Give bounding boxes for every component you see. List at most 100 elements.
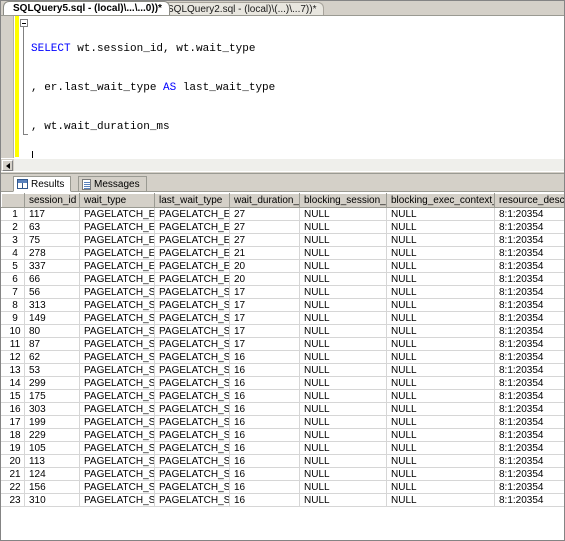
cell-blocking_exec_context_id[interactable]: NULL [386, 467, 495, 481]
cell-session_id[interactable]: 278 [24, 246, 80, 260]
row-header-cell[interactable]: 16 [1, 402, 25, 416]
row-header-cell[interactable]: 11 [1, 337, 25, 351]
cell-session_id[interactable]: 113 [24, 454, 80, 468]
cell-session_id[interactable]: 63 [24, 220, 80, 234]
cell-blocking_session_id[interactable]: NULL [299, 233, 387, 247]
cell-resource_description[interactable]: 8:1:20354 [494, 207, 564, 221]
row-header-cell[interactable]: 19 [1, 441, 25, 455]
cell-blocking_exec_context_id[interactable]: NULL [386, 376, 495, 390]
document-tab-sqlquery5[interactable]: SQLQuery5.sql - (local)\...\...0))* [3, 1, 170, 15]
cell-blocking_session_id[interactable]: NULL [299, 467, 387, 481]
cell-blocking_session_id[interactable]: NULL [299, 246, 387, 260]
row-header-cell[interactable]: 6 [1, 272, 25, 286]
row-header-cell[interactable]: 3 [1, 233, 25, 247]
cell-blocking_exec_context_id[interactable]: NULL [386, 428, 495, 442]
table-row[interactable]: 8313PAGELATCH_SHPAGELATCH_SH17NULLNULL8:… [1, 298, 564, 312]
cell-wait_duration_ms[interactable]: 27 [229, 233, 300, 247]
cell-resource_description[interactable]: 8:1:20354 [494, 480, 564, 494]
cell-session_id[interactable]: 156 [24, 480, 80, 494]
cell-blocking_session_id[interactable]: NULL [299, 207, 387, 221]
cell-blocking_exec_context_id[interactable]: NULL [386, 480, 495, 494]
cell-wait_type[interactable]: PAGELATCH_EX [79, 272, 155, 286]
cell-wait_type[interactable]: PAGELATCH_SH [79, 480, 155, 494]
cell-last_wait_type[interactable]: PAGELATCH_SH [154, 363, 230, 377]
cell-blocking_session_id[interactable]: NULL [299, 428, 387, 442]
cell-blocking_exec_context_id[interactable]: NULL [386, 246, 495, 260]
cell-wait_duration_ms[interactable]: 16 [229, 363, 300, 377]
cell-wait_duration_ms[interactable]: 17 [229, 337, 300, 351]
cell-wait_duration_ms[interactable]: 16 [229, 389, 300, 403]
row-header-cell[interactable]: 2 [1, 220, 25, 234]
cell-blocking_exec_context_id[interactable]: NULL [386, 454, 495, 468]
cell-last_wait_type[interactable]: PAGELATCH_SH [154, 324, 230, 338]
cell-session_id[interactable]: 117 [24, 207, 80, 221]
column-header-blocking_exec_context_id[interactable]: blocking_exec_context_id [386, 193, 495, 208]
cell-wait_type[interactable]: PAGELATCH_EX [79, 233, 155, 247]
cell-blocking_exec_context_id[interactable]: NULL [386, 493, 495, 507]
table-row[interactable]: 19105PAGELATCH_SHPAGELATCH_SH16NULLNULL8… [1, 441, 564, 455]
cell-blocking_exec_context_id[interactable]: NULL [386, 233, 495, 247]
cell-resource_description[interactable]: 8:1:20354 [494, 259, 564, 273]
cell-wait_type[interactable]: PAGELATCH_SH [79, 285, 155, 299]
cell-resource_description[interactable]: 8:1:20354 [494, 363, 564, 377]
table-row[interactable]: 17199PAGELATCH_SHPAGELATCH_SH16NULLNULL8… [1, 415, 564, 429]
scroll-left-arrow-icon[interactable] [2, 160, 13, 171]
sql-editor-pane[interactable]: SELECT wt.session_id, wt.wait_type , er.… [1, 16, 564, 171]
cell-last_wait_type[interactable]: PAGELATCH_SH [154, 454, 230, 468]
table-row[interactable]: 23310PAGELATCH_SHPAGELATCH_SH16NULLNULL8… [1, 493, 564, 507]
cell-wait_duration_ms[interactable]: 17 [229, 285, 300, 299]
cell-last_wait_type[interactable]: PAGELATCH_SH [154, 389, 230, 403]
cell-blocking_session_id[interactable]: NULL [299, 337, 387, 351]
cell-resource_description[interactable]: 8:1:20354 [494, 220, 564, 234]
cell-wait_type[interactable]: PAGELATCH_SH [79, 428, 155, 442]
cell-blocking_session_id[interactable]: NULL [299, 454, 387, 468]
table-row[interactable]: 14299PAGELATCH_SHPAGELATCH_SH16NULLNULL8… [1, 376, 564, 390]
column-header-blocking_session_id[interactable]: blocking_session_id [299, 193, 387, 208]
scrollbar-track[interactable] [14, 159, 564, 171]
table-row[interactable]: 9149PAGELATCH_SHPAGELATCH_SH17NULLNULL8:… [1, 311, 564, 325]
cell-blocking_session_id[interactable]: NULL [299, 220, 387, 234]
row-header-cell[interactable]: 12 [1, 350, 25, 364]
cell-session_id[interactable]: 80 [24, 324, 80, 338]
cell-wait_duration_ms[interactable]: 16 [229, 493, 300, 507]
cell-last_wait_type[interactable]: PAGELATCH_SH [154, 350, 230, 364]
grid-select-all-corner[interactable] [1, 193, 25, 208]
cell-blocking_exec_context_id[interactable]: NULL [386, 337, 495, 351]
cell-wait_type[interactable]: PAGELATCH_SH [79, 298, 155, 312]
cell-wait_duration_ms[interactable]: 21 [229, 246, 300, 260]
table-row[interactable]: 4 278 PAGELATCH_EX PAGELATCH_EX 21 NULL NULL 8:… [1, 246, 564, 260]
table-row[interactable]: 1080PAGELATCH_SHPAGELATCH_SH17NULLNULL8:… [1, 324, 564, 338]
cell-wait_type[interactable]: PAGELATCH_SH [79, 337, 155, 351]
row-header-cell[interactable]: 1 [1, 207, 25, 221]
table-row[interactable]: 20113PAGELATCH_SHPAGELATCH_SH16NULLNULL8… [1, 454, 564, 468]
cell-blocking_exec_context_id[interactable]: NULL [386, 207, 495, 221]
cell-blocking_exec_context_id[interactable]: NULL [386, 324, 495, 338]
cell-last_wait_type[interactable]: PAGELATCH_SH [154, 285, 230, 299]
cell-session_id[interactable]: 175 [24, 389, 80, 403]
row-header-cell[interactable]: 17 [1, 415, 25, 429]
cell-wait_duration_ms[interactable]: 16 [229, 402, 300, 416]
cell-wait_type[interactable]: PAGELATCH_SH [79, 389, 155, 403]
cell-blocking_exec_context_id[interactable]: NULL [386, 259, 495, 273]
table-row[interactable]: 22156PAGELATCH_SHPAGELATCH_SH16NULLNULL8… [1, 480, 564, 494]
cell-last_wait_type[interactable]: PAGELATCH_SH [154, 441, 230, 455]
cell-blocking_exec_context_id[interactable]: NULL [386, 272, 495, 286]
cell-wait_type[interactable]: PAGELATCH_EX [79, 207, 155, 221]
cell-wait_duration_ms[interactable]: 16 [229, 454, 300, 468]
cell-session_id[interactable]: 75 [24, 233, 80, 247]
cell-wait_duration_ms[interactable]: 16 [229, 441, 300, 455]
cell-last_wait_type[interactable]: PAGELATCH_SH [154, 428, 230, 442]
cell-wait_duration_ms[interactable]: 27 [229, 220, 300, 234]
cell-resource_description[interactable]: 8:1:20354 [494, 298, 564, 312]
table-row[interactable]: 2 63 PAGELATCH_EX PAGELATCH_EX 27 NULL NULL 8:1… [1, 220, 564, 234]
cell-wait_type[interactable]: PAGELATCH_EX [79, 220, 155, 234]
cell-blocking_session_id[interactable]: NULL [299, 324, 387, 338]
row-header-cell[interactable]: 7 [1, 285, 25, 299]
row-header-cell[interactable]: 22 [1, 480, 25, 494]
table-row[interactable]: 16303PAGELATCH_SHPAGELATCH_SH16NULLNULL8… [1, 402, 564, 416]
results-grid-container[interactable]: session_id wait_type last_wait_type wait… [1, 192, 564, 526]
cell-resource_description[interactable]: 8:1:20354 [494, 324, 564, 338]
cell-wait_duration_ms[interactable]: 17 [229, 324, 300, 338]
cell-resource_description[interactable]: 8:1:20354 [494, 415, 564, 429]
cell-blocking_exec_context_id[interactable]: NULL [386, 363, 495, 377]
